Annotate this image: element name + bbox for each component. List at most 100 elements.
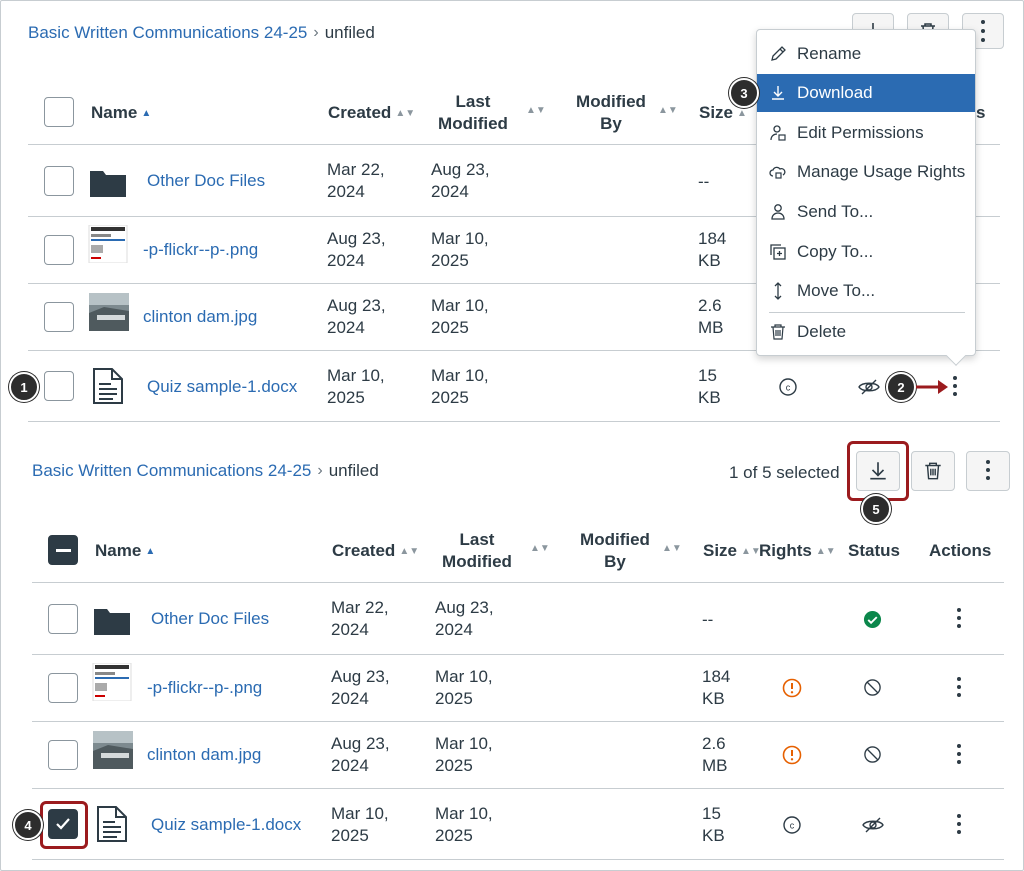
copyright-icon: c	[783, 816, 801, 834]
svg-text:c: c	[786, 383, 791, 393]
download-highlight	[847, 441, 909, 501]
column-header-last-modified[interactable]: Last Modified	[440, 529, 514, 573]
folder-icon	[94, 609, 130, 635]
file-name-link[interactable]: clinton dam.jpg	[143, 307, 257, 327]
breadcrumb-course-link[interactable]: Basic Written Communications 24-25	[32, 461, 311, 481]
file-name-link[interactable]: -p-flickr--p-.png	[147, 678, 262, 698]
arrow-right-icon	[916, 380, 948, 394]
divider	[32, 721, 1004, 722]
column-header-actions: s	[976, 103, 986, 122]
menu-item-copy-to[interactable]: Copy To...	[757, 233, 975, 271]
delete-button[interactable]	[911, 451, 955, 491]
select-all-checkbox[interactable]	[48, 535, 78, 565]
kebab-icon	[985, 460, 991, 482]
more-options-button[interactable]	[966, 451, 1010, 491]
file-name-link[interactable]: -p-flickr--p-.png	[143, 240, 258, 260]
file-size: 15 KB	[698, 366, 721, 407]
breadcrumb-course-link[interactable]: Basic Written Communications 24-25	[28, 23, 307, 43]
created-date: Aug 23, 2024	[327, 229, 386, 270]
callout-badge-1: 1	[9, 372, 39, 402]
modified-date: Aug 23, 2024	[435, 598, 494, 639]
menu-item-download[interactable]: Download	[757, 74, 975, 112]
menu-item-rename[interactable]: Rename	[757, 35, 975, 73]
column-header-size[interactable]: Size ▲▼	[703, 540, 761, 563]
file-name-link[interactable]: Quiz sample-1.docx	[147, 377, 297, 397]
row-checkbox[interactable]	[48, 673, 78, 703]
copy-icon	[770, 244, 786, 260]
menu-item-move-to[interactable]: Move To...	[757, 272, 975, 310]
divider	[32, 582, 1004, 583]
eye-slash-icon	[858, 379, 880, 395]
divider	[32, 788, 1004, 789]
pencil-icon	[771, 46, 786, 61]
column-header-name[interactable]: Name ▲	[91, 102, 151, 125]
row-checkbox[interactable]	[44, 371, 74, 401]
kebab-icon	[980, 20, 986, 42]
menu-item-edit-permissions[interactable]: Edit Permissions	[757, 114, 975, 152]
row-actions-kebab[interactable]	[956, 608, 962, 630]
file-name-link[interactable]: clinton dam.jpg	[147, 745, 261, 765]
document-icon	[93, 368, 123, 404]
row-actions-kebab[interactable]	[952, 376, 958, 398]
modified-date: Mar 10, 2025	[435, 734, 493, 775]
row-actions-kebab[interactable]	[956, 744, 962, 766]
callout-badge-2: 2	[886, 372, 916, 402]
breadcrumb: Basic Written Communications 24-25 › unf…	[32, 461, 379, 481]
eye-slash-icon	[862, 817, 884, 833]
menu-item-delete[interactable]: Delete	[757, 313, 975, 351]
file-name-link[interactable]: Other Doc Files	[151, 609, 269, 629]
file-name-link[interactable]: Quiz sample-1.docx	[151, 815, 301, 835]
file-size: --	[698, 172, 710, 191]
file-size: 184 KB	[698, 229, 727, 270]
column-header-name[interactable]: Name ▲	[95, 540, 155, 563]
modified-date: Mar 10, 2025	[431, 296, 489, 337]
row-checkbox[interactable]	[44, 166, 74, 196]
svg-text:c: c	[790, 821, 795, 831]
user-icon	[771, 204, 785, 220]
column-header-status: Status	[848, 541, 900, 560]
row-checkbox[interactable]	[44, 235, 74, 265]
modified-date: Mar 10, 2025	[431, 229, 489, 270]
row-actions-kebab[interactable]	[956, 814, 962, 836]
menu-item-manage-usage-rights[interactable]: Manage Usage Rights	[757, 153, 975, 191]
download-icon	[772, 86, 784, 100]
selection-count: 1 of 5 selected	[729, 463, 840, 482]
warning-icon	[782, 678, 802, 698]
file-name-link[interactable]: Other Doc Files	[147, 171, 265, 191]
created-date: Aug 23, 2024	[331, 734, 390, 775]
created-date: Mar 10, 2025	[327, 366, 385, 407]
published-check-icon	[863, 610, 882, 629]
modified-date: Mar 10, 2025	[435, 804, 493, 845]
menu-item-send-to[interactable]: Send To...	[757, 193, 975, 231]
column-header-created[interactable]: Created ▲▼	[328, 102, 415, 125]
image-thumbnail	[88, 225, 128, 263]
column-header-last-modified[interactable]: Last Modified	[436, 91, 510, 135]
modified-date: Aug 23, 2024	[431, 160, 490, 201]
checkbox-highlight	[40, 801, 88, 849]
copyright-icon: c	[779, 378, 797, 396]
image-thumbnail	[89, 293, 129, 331]
column-header-modified-by[interactable]: Modified By	[574, 529, 656, 573]
warning-icon	[782, 745, 802, 765]
created-date: Aug 23, 2024	[331, 667, 390, 708]
column-header-rights[interactable]: Rights ▲▼	[759, 540, 836, 563]
created-date: Aug 23, 2024	[327, 296, 386, 337]
created-date: Mar 22, 2024	[327, 160, 385, 201]
callout-badge-3: 3	[729, 78, 759, 108]
unpublished-icon	[864, 746, 881, 763]
column-header-created[interactable]: Created ▲▼	[332, 540, 419, 563]
sort-icon: ▲▼	[662, 543, 682, 554]
row-actions-kebab[interactable]	[956, 677, 962, 699]
select-all-checkbox[interactable]	[44, 97, 74, 127]
divider	[28, 421, 1000, 422]
column-header-modified-by[interactable]: Modified By	[570, 91, 652, 135]
row-checkbox[interactable]	[44, 302, 74, 332]
sort-icon: ▲▼	[530, 543, 550, 554]
row-checkbox[interactable]	[48, 740, 78, 770]
modified-date: Mar 10, 2025	[435, 667, 493, 708]
row-checkbox[interactable]	[48, 604, 78, 634]
user-lock-icon	[770, 125, 786, 141]
created-date: Mar 10, 2025	[331, 804, 389, 845]
chevron-right-icon: ›	[313, 24, 319, 41]
created-date: Mar 22, 2024	[331, 598, 389, 639]
